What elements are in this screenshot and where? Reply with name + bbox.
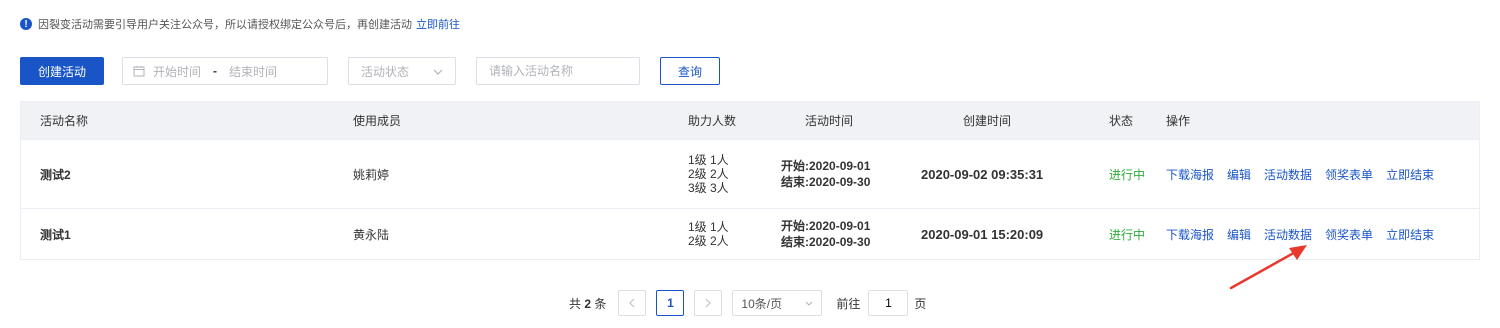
header-status: 状态 — [1109, 114, 1134, 128]
goto-label: 前往 — [836, 296, 861, 311]
date-range-picker[interactable]: 开始时间 - 结束时间 — [122, 57, 328, 85]
activity-name: 测试1 — [40, 227, 71, 242]
end-now-link[interactable]: 立即结束 — [1386, 226, 1434, 243]
start-date-placeholder[interactable]: 开始时间 — [153, 63, 201, 80]
end-date-placeholder[interactable]: 结束时间 — [229, 63, 277, 80]
status-select[interactable]: 活动状态 — [348, 57, 456, 85]
page-size-select[interactable]: 10条/页 — [732, 290, 823, 316]
download-poster-link[interactable]: 下载海报 — [1166, 226, 1214, 243]
helpers-list: 1级 1人 2级 2人 3级 3人 — [683, 153, 781, 195]
date-separator: - — [213, 64, 218, 78]
header-name: 活动名称 — [40, 114, 89, 128]
page-size-value: 10条/页 — [741, 296, 783, 311]
query-button[interactable]: 查询 — [660, 57, 720, 85]
go-now-link[interactable]: 立即前往 — [416, 16, 460, 32]
pagination-total: 共 2 条 — [569, 295, 606, 312]
activity-name-input[interactable] — [476, 57, 640, 85]
info-icon: ! — [20, 18, 32, 30]
header-ops: 操作 — [1166, 114, 1191, 128]
goto-page-input[interactable] — [868, 290, 909, 316]
notice-text: 因裂变活动需要引导用户关注公众号，所以请授权绑定公众号后，再创建活动 — [38, 19, 412, 31]
status-select-placeholder: 活动状态 — [361, 64, 410, 79]
pagination: 共 2 条 1 10条/页 前往 页 — [569, 290, 926, 316]
table-row: 测试2 姚莉婷 1级 1人 2级 2人 3级 3人 开始:2020-09-01 … — [21, 139, 1479, 208]
helper-level: 3级 3人 — [688, 181, 729, 195]
table-header: 活动名称 使用成员 助力人数 活动时间 创建时间 状态 操作 — [21, 102, 1479, 139]
notice-bar: ! 因裂变活动需要引导用户关注公众号，所以请授权绑定公众号后，再创建活动 立即前… — [20, 17, 460, 31]
activity-name: 测试2 — [40, 167, 71, 182]
calendar-icon — [133, 65, 145, 77]
header-member: 使用成员 — [353, 114, 402, 128]
start-time: 开始:2020-09-01 — [781, 159, 871, 173]
prize-form-link[interactable]: 领奖表单 — [1325, 226, 1373, 243]
helpers-list: 1级 1人 2级 2人 — [683, 220, 781, 248]
next-page-button[interactable] — [694, 290, 723, 316]
page-number-current[interactable]: 1 — [656, 290, 685, 316]
created-time: 2020-09-01 15:20:09 — [921, 226, 1044, 242]
edit-link[interactable]: 编辑 — [1227, 166, 1251, 183]
activity-time: 开始:2020-09-01 结束:2020-09-30 — [781, 218, 911, 250]
end-time: 结束:2020-09-30 — [781, 175, 871, 189]
helper-level: 2级 2人 — [688, 167, 729, 181]
annotation-arrow-icon — [1229, 245, 1307, 290]
total-prefix: 共 — [569, 296, 582, 311]
end-time: 结束:2020-09-30 — [781, 235, 871, 249]
row-actions: 下载海报 编辑 活动数据 领奖表单 立即结束 — [1166, 166, 1466, 183]
header-helpers: 助力人数 — [688, 114, 737, 128]
chevron-down-icon — [433, 64, 443, 78]
start-time: 开始:2020-09-01 — [781, 219, 871, 233]
created-time: 2020-09-02 09:35:31 — [921, 166, 1044, 182]
activity-table: 活动名称 使用成员 助力人数 活动时间 创建时间 状态 操作 测试2 姚莉婷 1… — [20, 101, 1480, 260]
status-badge: 进行中 — [1109, 167, 1146, 182]
status-badge: 进行中 — [1109, 227, 1146, 242]
activity-time: 开始:2020-09-01 结束:2020-09-30 — [781, 158, 911, 190]
header-created: 创建时间 — [963, 114, 1012, 128]
chevron-right-icon — [705, 298, 712, 308]
end-now-link[interactable]: 立即结束 — [1386, 166, 1434, 183]
total-suffix: 条 — [594, 296, 607, 311]
total-count: 2 — [584, 296, 592, 311]
header-time: 活动时间 — [805, 114, 854, 128]
member-name: 姚莉婷 — [353, 167, 390, 182]
prize-form-link[interactable]: 领奖表单 — [1325, 166, 1373, 183]
page-suffix: 页 — [914, 296, 927, 311]
chevron-down-icon — [806, 301, 813, 306]
activity-data-link[interactable]: 活动数据 — [1264, 166, 1312, 183]
helper-level: 1级 1人 — [688, 220, 729, 234]
row-actions: 下载海报 编辑 活动数据 领奖表单 立即结束 — [1166, 226, 1466, 243]
helper-level: 2级 2人 — [688, 234, 729, 248]
member-name: 黄永陆 — [353, 227, 390, 242]
create-activity-button[interactable]: 创建活动 — [20, 57, 104, 85]
download-poster-link[interactable]: 下载海报 — [1166, 166, 1214, 183]
helper-level: 1级 1人 — [688, 153, 729, 167]
chevron-left-icon — [629, 298, 635, 308]
prev-page-button[interactable] — [618, 290, 647, 316]
